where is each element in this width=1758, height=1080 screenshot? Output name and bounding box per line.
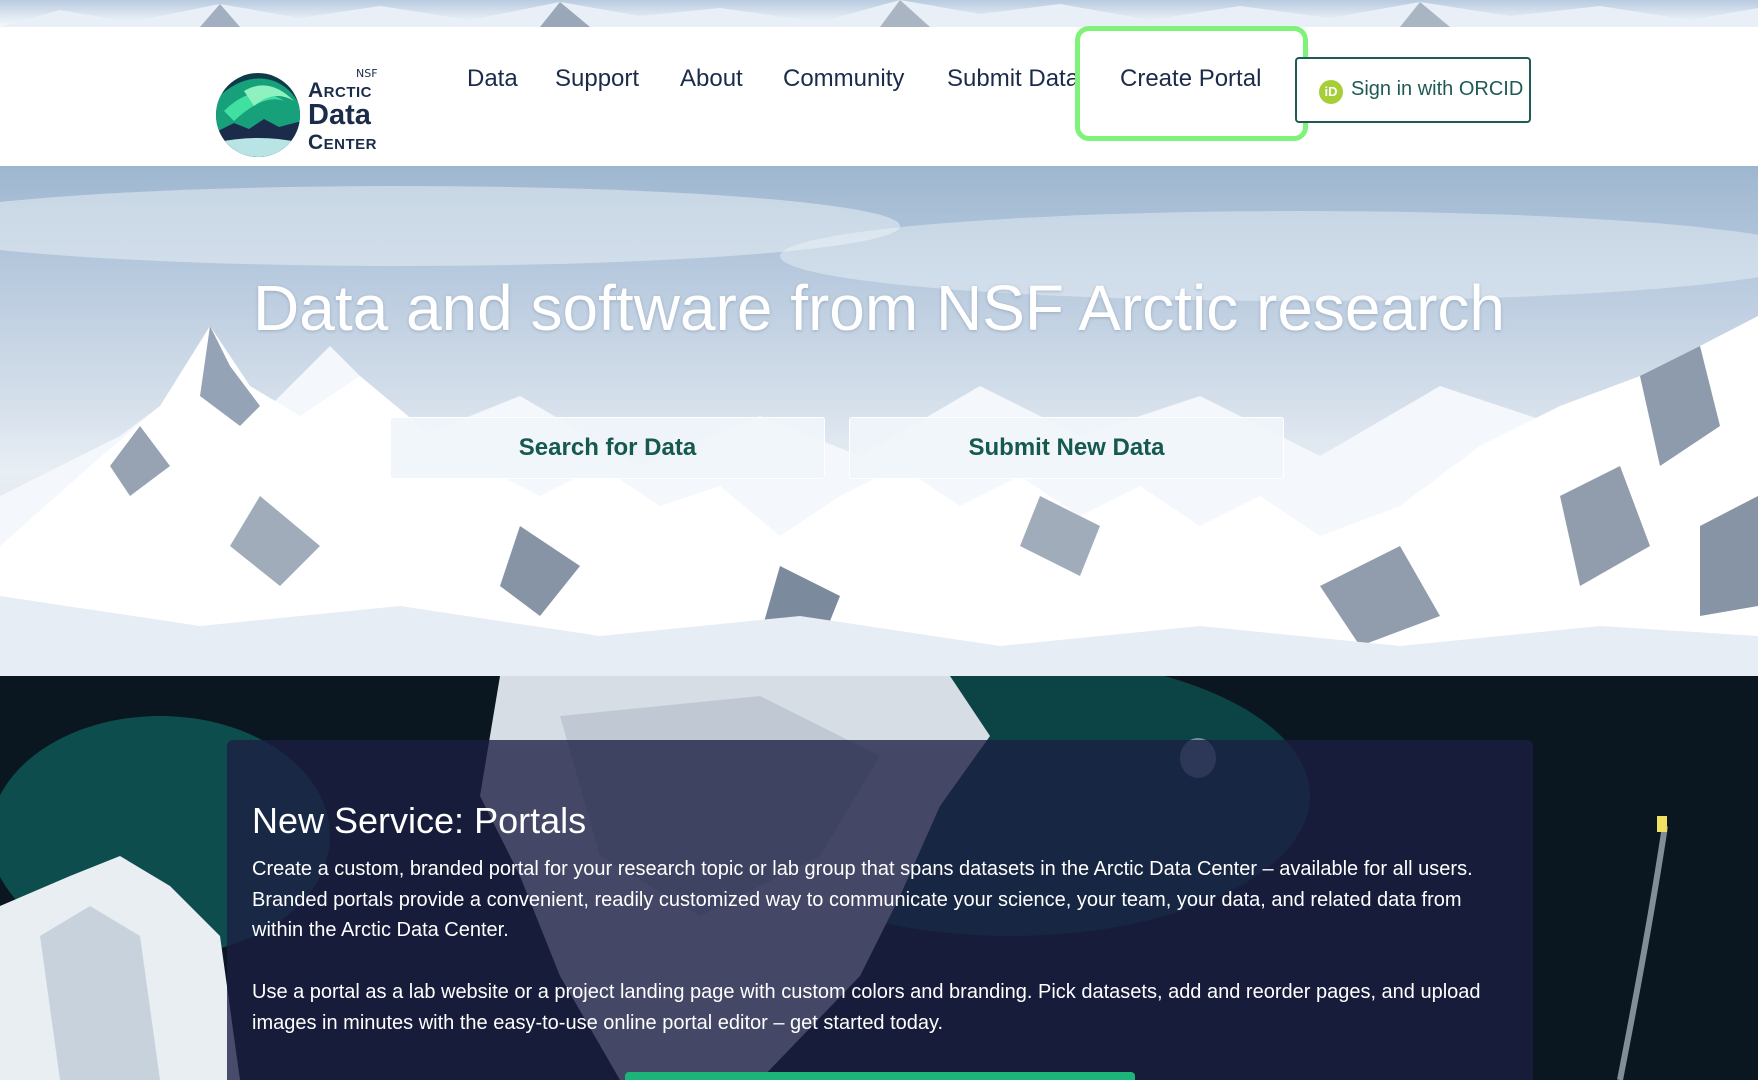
aurora-logo-icon: [216, 73, 300, 157]
arctic-data-center-logo[interactable]: NSF Arctic Data Center: [214, 47, 394, 157]
orcid-icon: iD: [1319, 80, 1343, 104]
search-for-data-button[interactable]: Search for Data: [390, 417, 825, 479]
portals-card: New Service: Portals Create a custom, br…: [227, 740, 1533, 1080]
hero-section: Data and software from NSF Arctic resear…: [0, 166, 1758, 676]
top-banner-image: [0, 0, 1758, 27]
submit-new-data-button[interactable]: Submit New Data: [849, 417, 1284, 479]
nav-item-data[interactable]: Data: [467, 65, 518, 93]
nav-item-community[interactable]: Community: [783, 65, 904, 93]
portals-cta-button[interactable]: [625, 1072, 1135, 1080]
portals-paragraph-2: Use a portal as a lab website or a proje…: [252, 981, 1481, 1034]
sign-in-orcid-button[interactable]: iD Sign in with ORCID: [1295, 57, 1531, 123]
site-header: NSF Arctic Data Center Data Support Abou…: [0, 26, 1758, 166]
portals-paragraph-1: Create a custom, branded portal for your…: [252, 858, 1473, 941]
nav-item-support[interactable]: Support: [555, 65, 639, 93]
logo-data-text: Data: [308, 99, 371, 131]
portals-section: New Service: Portals Create a custom, br…: [0, 676, 1758, 1080]
portals-title: New Service: Portals: [252, 800, 587, 841]
nav-item-submit-data[interactable]: Submit Data: [947, 65, 1075, 93]
logo-center-text: Center: [308, 131, 378, 154]
sign-in-label: Sign in with ORCID: [1351, 78, 1524, 100]
nav-item-submit-data-label: Submit Data: [947, 65, 1075, 92]
hero-title: Data and software from NSF Arctic resear…: [253, 272, 1505, 344]
nav-item-about[interactable]: About: [680, 65, 743, 93]
nav-item-create-portal[interactable]: Create Portal: [1120, 65, 1261, 93]
